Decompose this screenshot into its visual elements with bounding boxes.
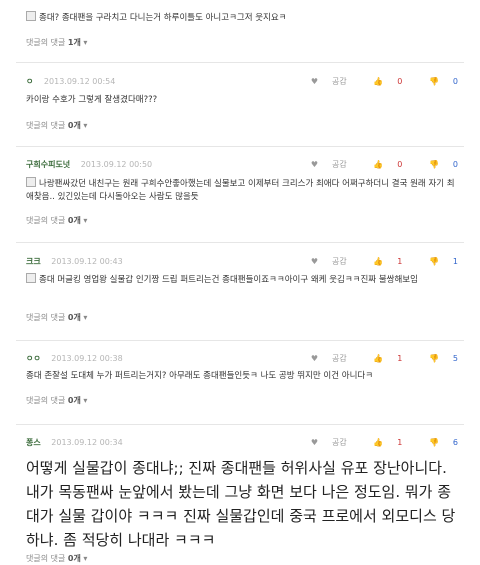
divider <box>16 242 464 243</box>
comment-text: 카이랑 수호가 그렇게 잘생겼다매??? <box>26 95 158 105</box>
heart-icon: ♥ <box>310 438 319 447</box>
empathy-button[interactable]: ♥ 공감 <box>299 77 347 86</box>
vote-controls: ♥ 공감 👍 0 👎 0 <box>287 76 458 87</box>
vote-controls: ♥ 공감 👍 0 👎 0 <box>287 159 458 170</box>
divider <box>16 340 464 341</box>
downvote-button[interactable]: 👎 5 <box>417 354 458 363</box>
upvote-button[interactable]: 👍 0 <box>361 160 402 169</box>
thumbs-up-icon: 👍 <box>373 77 384 86</box>
thumbs-up-icon: 👍 <box>373 354 384 363</box>
thumbs-down-icon: 👎 <box>428 257 439 266</box>
comment-author[interactable]: 크크 <box>26 257 41 266</box>
comment-date: 2013.09.12 00:43 <box>51 257 123 266</box>
vote-controls: ♥ 공감 👍 1 👎 6 <box>287 437 458 448</box>
reply-toggle[interactable]: 댓글의 댓글 0개 ▾ <box>26 215 87 226</box>
empathy-button[interactable]: ♥ 공감 <box>299 257 347 266</box>
comment-author[interactable]: 구희수피도넛 <box>26 160 70 169</box>
image-icon <box>26 177 36 187</box>
downvote-button[interactable]: 👎 0 <box>417 77 458 86</box>
comment-text: 나랑팬싸갔던 내친구는 원래 구희수안좋아했는데 실물보고 이제부터 크리스가 … <box>26 177 455 202</box>
divider <box>16 146 464 147</box>
upvote-button[interactable]: 👍 1 <box>361 354 402 363</box>
thumbs-down-icon: 👎 <box>428 438 439 447</box>
thumbs-up-icon: 👍 <box>373 438 384 447</box>
comment-date: 2013.09.12 00:34 <box>51 438 123 447</box>
upvote-button[interactable]: 👍 1 <box>361 257 402 266</box>
empathy-button[interactable]: ♥ 공감 <box>299 438 347 447</box>
comment-author[interactable]: ㅇㅇ <box>26 354 41 363</box>
comment-text: 어떻게 실물갑이 종대냐;; 진짜 종대팬들 허위사실 유포 장난아니다. 내가… <box>26 459 456 549</box>
comment-date: 2013.09.12 00:50 <box>80 160 153 169</box>
reply-toggle[interactable]: 댓글의 댓글 0개 ▾ <box>26 120 87 131</box>
image-icon <box>26 11 36 21</box>
vote-controls: ♥ 공감 👍 1 👎 5 <box>287 353 458 364</box>
comment-meta: 퐁스 2013.09.12 00:34 <box>26 437 123 448</box>
downvote-button[interactable]: 👎 0 <box>417 160 458 169</box>
heart-icon: ♥ <box>310 257 319 266</box>
reply-toggle[interactable]: 댓글의 댓글 0개 ▾ <box>26 312 87 323</box>
divider <box>16 424 464 425</box>
upvote-button[interactable]: 👍 0 <box>361 77 402 86</box>
thumbs-down-icon: 👎 <box>428 77 439 86</box>
thumbs-up-icon: 👍 <box>373 257 384 266</box>
downvote-button[interactable]: 👎 1 <box>417 257 458 266</box>
comment-meta: 구희수피도넛 2013.09.12 00:50 <box>26 159 152 170</box>
comment-date: 2013.09.12 00:38 <box>51 354 123 363</box>
upvote-button[interactable]: 👍 1 <box>361 438 402 447</box>
comment-meta: 크크 2013.09.12 00:43 <box>26 256 123 267</box>
heart-icon: ♥ <box>310 160 319 169</box>
downvote-button[interactable]: 👎 6 <box>417 438 458 447</box>
reply-toggle[interactable]: 댓글의 댓글 1개 ▾ <box>26 37 87 48</box>
reply-toggle[interactable]: 댓글의 댓글 0개 ▾ <box>26 553 87 564</box>
image-icon <box>26 273 36 283</box>
comment-author[interactable]: ㅇ <box>26 77 33 86</box>
empathy-button[interactable]: ♥ 공감 <box>299 354 347 363</box>
comment-text: 종대? 종대팬을 구라치고 다니는거 하루이틀도 아니고ㅋ그저 웃지요ㅋ <box>26 11 458 25</box>
comment-meta: ㅇㅇ 2013.09.12 00:38 <box>26 353 123 364</box>
divider <box>16 62 464 63</box>
comment-meta: ㅇ 2013.09.12 00:54 <box>26 76 115 87</box>
heart-icon: ♥ <box>310 77 319 86</box>
comment-item: 종대? 종대팬을 구라치고 다니는거 하루이틀도 아니고ㅋ그저 웃지요ㅋ 댓글의… <box>0 0 480 70</box>
comment-text: 종대 머글킹 영업왕 실물갑 인기짱 드립 퍼트리는건 종대팬들이죠ㅋㅋ아이구 … <box>26 273 458 287</box>
reply-toggle[interactable]: 댓글의 댓글 0개 ▾ <box>26 395 87 406</box>
vote-controls: ♥ 공감 👍 1 👎 1 <box>287 256 458 267</box>
comment-text: 종대 존잘설 도대체 누가 퍼트리는거지? 아무래도 종대팬들인듯ㅋ 나도 공방… <box>26 371 374 381</box>
thumbs-down-icon: 👎 <box>428 160 439 169</box>
thumbs-up-icon: 👍 <box>373 160 384 169</box>
comment-date: 2013.09.12 00:54 <box>43 77 116 86</box>
heart-icon: ♥ <box>310 354 319 363</box>
thumbs-down-icon: 👎 <box>428 354 439 363</box>
empathy-button[interactable]: ♥ 공감 <box>299 160 347 169</box>
comment-author[interactable]: 퐁스 <box>26 438 41 447</box>
